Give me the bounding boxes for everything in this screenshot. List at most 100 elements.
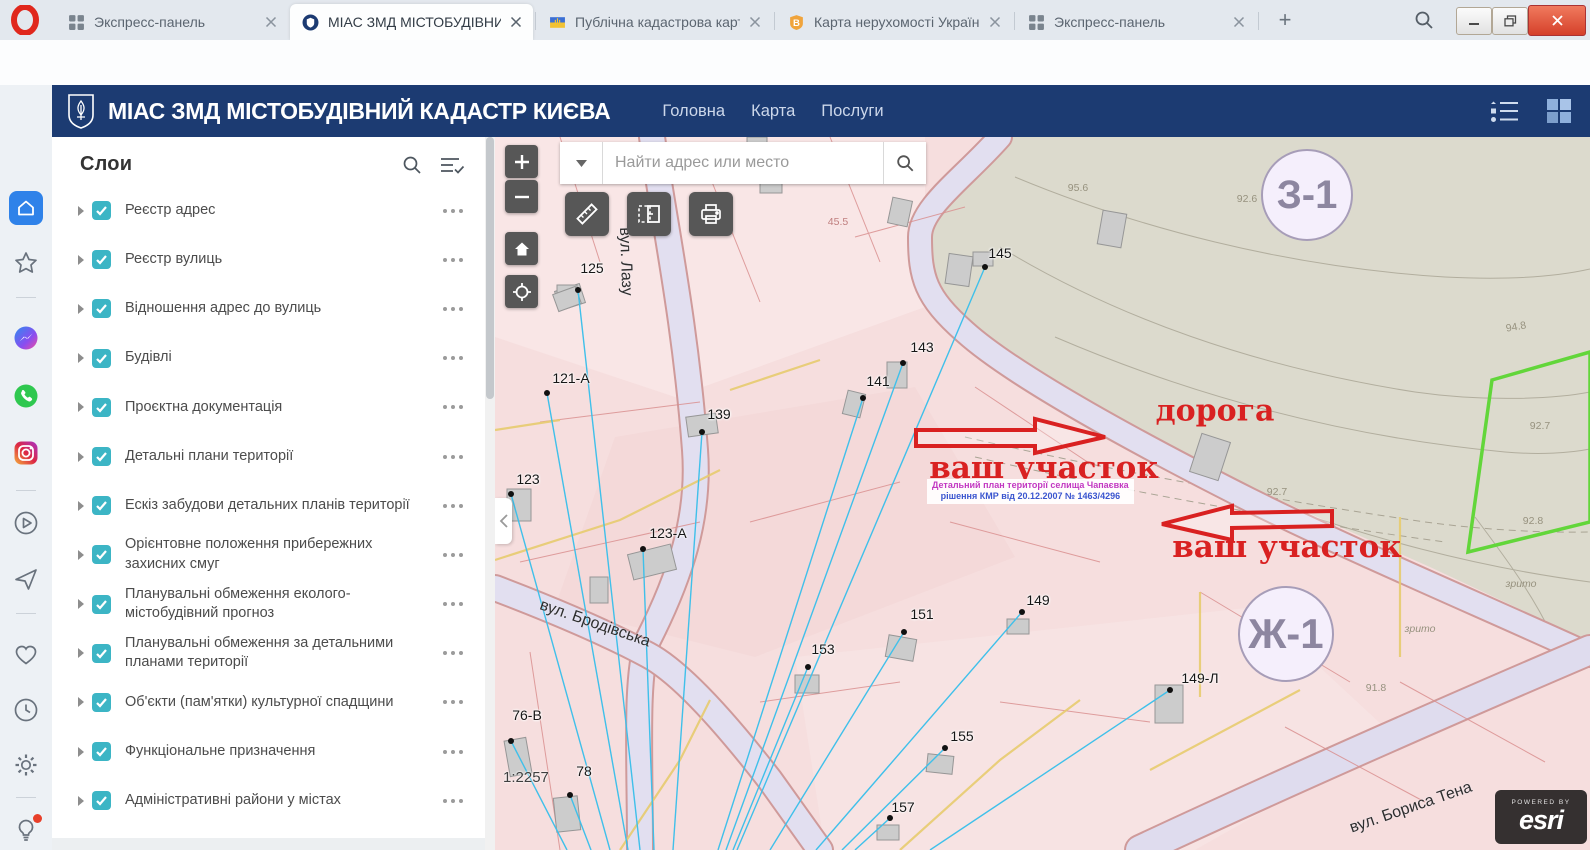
search-source-dropdown[interactable]	[560, 142, 603, 184]
zoom-out-button[interactable]	[505, 180, 538, 213]
nav-map-link[interactable]: Карта	[751, 102, 795, 121]
layer-row[interactable]: Об'єкти (пам'ятки) культурної спадщини	[52, 678, 485, 727]
layers-filter-icon[interactable]	[439, 154, 465, 176]
messenger-icon[interactable]	[13, 325, 39, 351]
layer-row[interactable]: Адміністративні райони у містах	[52, 776, 485, 825]
print-tool-button[interactable]	[689, 192, 733, 236]
layer-checkbox[interactable]	[92, 447, 111, 466]
layer-checkbox[interactable]	[92, 742, 111, 761]
tab-close-icon[interactable]	[507, 13, 525, 31]
expand-arrow-icon[interactable]	[78, 747, 84, 757]
expand-arrow-icon[interactable]	[78, 206, 84, 216]
panel-collapse-button[interactable]	[495, 498, 512, 544]
layer-row[interactable]: Реєстр вулиць	[52, 235, 485, 284]
expand-arrow-icon[interactable]	[78, 697, 84, 707]
expand-arrow-icon[interactable]	[78, 304, 84, 314]
layer-checkbox[interactable]	[92, 595, 111, 614]
opera-logo-icon[interactable]	[10, 5, 40, 35]
layer-row[interactable]: Детальні плани території	[52, 432, 485, 481]
my-flow-send-icon[interactable]	[13, 566, 39, 592]
tab-speed-dial-2[interactable]: Экспресс-панель	[1016, 4, 1256, 40]
layer-checkbox[interactable]	[92, 299, 111, 318]
window-close-button[interactable]	[1528, 5, 1586, 36]
layer-checkbox[interactable]	[92, 201, 111, 220]
home-extent-button[interactable]	[505, 232, 538, 265]
tab-close-icon[interactable]	[262, 13, 280, 31]
search-tabs-icon[interactable]	[1413, 9, 1435, 31]
swipe-tool-button[interactable]	[627, 192, 671, 236]
layer-row[interactable]: Реєстр адрес	[52, 186, 485, 235]
layer-options-button[interactable]	[443, 700, 463, 704]
layer-row[interactable]: Функціональне призначення	[52, 727, 485, 776]
layer-checkbox[interactable]	[92, 693, 111, 712]
layer-checkbox[interactable]	[92, 349, 111, 368]
layers-scrollbar[interactable]	[485, 137, 495, 850]
nav-services-link[interactable]: Послуги	[821, 102, 883, 121]
sidebar-home-button[interactable]	[9, 191, 43, 225]
tab-close-icon[interactable]	[746, 13, 764, 31]
scrollbar-thumb[interactable]	[486, 137, 494, 399]
map-viewport[interactable]: 125 145 143 141 121-А 139 123 123-А 151 …	[495, 137, 1590, 850]
expand-arrow-icon[interactable]	[78, 255, 84, 265]
layer-row[interactable]: Ескіз забудови детальних планів територі…	[52, 481, 485, 530]
layer-options-button[interactable]	[443, 356, 463, 360]
layer-checkbox[interactable]	[92, 250, 111, 269]
whatsapp-icon[interactable]	[13, 383, 39, 409]
map-search-input[interactable]	[603, 142, 883, 184]
layer-options-button[interactable]	[443, 307, 463, 311]
expand-arrow-icon[interactable]	[78, 550, 84, 560]
layer-checkbox[interactable]	[92, 398, 111, 417]
expand-arrow-icon[interactable]	[78, 796, 84, 806]
zoom-in-button[interactable]	[505, 145, 538, 178]
layer-options-button[interactable]	[443, 258, 463, 262]
tab-close-icon[interactable]	[1230, 13, 1248, 31]
tab-close-icon[interactable]	[986, 13, 1004, 31]
bookmarks-star-icon[interactable]	[13, 250, 39, 276]
player-icon[interactable]	[13, 510, 39, 536]
layer-options-button[interactable]	[443, 455, 463, 459]
expand-arrow-icon[interactable]	[78, 648, 84, 658]
layer-checkbox[interactable]	[92, 545, 111, 564]
layer-checkbox[interactable]	[92, 791, 111, 810]
layer-checkbox[interactable]	[92, 644, 111, 663]
locate-button[interactable]	[505, 275, 538, 308]
tab-speed-dial-1[interactable]: Экспресс-панель	[56, 4, 288, 40]
expand-arrow-icon[interactable]	[78, 452, 84, 462]
layer-options-button[interactable]	[443, 504, 463, 508]
tab-miac-active[interactable]: МІАС ЗМД МІСТОБУДІВНИЙ	[290, 4, 533, 40]
expand-arrow-icon[interactable]	[78, 599, 84, 609]
layer-options-button[interactable]	[443, 799, 463, 803]
layer-checkbox[interactable]	[92, 496, 111, 515]
apps-grid-icon[interactable]	[1546, 98, 1572, 124]
layer-row[interactable]: Відношення адрес до вулиць	[52, 284, 485, 333]
layer-row[interactable]: Планувальні обмеження за детальними план…	[52, 629, 485, 678]
favorites-heart-icon[interactable]	[13, 642, 39, 668]
layer-options-button[interactable]	[443, 750, 463, 754]
layer-row[interactable]: Будівлі	[52, 334, 485, 383]
layers-search-icon[interactable]	[401, 154, 423, 176]
tab-cadastre-map[interactable]: Публічна кадастрова карта	[537, 4, 772, 40]
nav-home-link[interactable]: Головна	[662, 102, 725, 121]
layer-row[interactable]: Проєктна документація	[52, 383, 485, 432]
window-restore-button[interactable]	[1492, 7, 1528, 35]
layer-row[interactable]: Орієнтовне положення прибережних захисни…	[52, 530, 485, 579]
layer-options-button[interactable]	[443, 209, 463, 213]
legend-list-icon[interactable]	[1490, 99, 1520, 123]
layer-options-button[interactable]	[443, 651, 463, 655]
expand-arrow-icon[interactable]	[78, 501, 84, 511]
layer-options-button[interactable]	[443, 405, 463, 409]
window-minimize-button[interactable]	[1456, 7, 1492, 35]
layer-options-button[interactable]	[443, 553, 463, 557]
measure-tool-button[interactable]	[565, 192, 609, 236]
tab-realty-map[interactable]: B Карта нерухомості України	[776, 4, 1012, 40]
new-tab-button[interactable]: +	[1272, 8, 1298, 34]
expand-arrow-icon[interactable]	[78, 353, 84, 363]
history-clock-icon[interactable]	[13, 697, 39, 723]
settings-gear-icon[interactable]	[13, 752, 39, 778]
layer-options-button[interactable]	[443, 602, 463, 606]
map-search-button[interactable]	[883, 142, 926, 184]
instagram-icon[interactable]	[13, 440, 39, 466]
layer-row[interactable]: Планувальні обмеження еколого-містобудів…	[52, 580, 485, 629]
elevation-label: 91.8	[1366, 682, 1386, 694]
expand-arrow-icon[interactable]	[78, 402, 84, 412]
